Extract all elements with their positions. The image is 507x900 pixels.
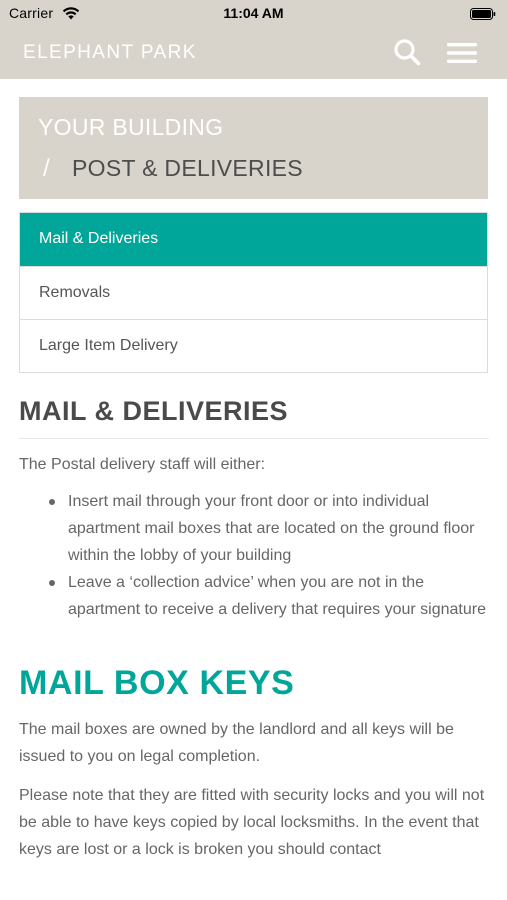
- security-locks-paragraph: Please note that they are fitted with se…: [19, 787, 485, 858]
- hamburger-menu-icon[interactable]: [446, 42, 478, 64]
- mail-box-keys-heading: MAIL BOX KEYS: [19, 664, 295, 702]
- brand-logo[interactable]: ELEPHANT PARK: [23, 42, 197, 64]
- status-bar: Carrier 11:04 AM: [0, 0, 507, 28]
- breadcrumb-separator: /: [43, 155, 50, 182]
- sub-nav: Mail & Deliveries Removals Large Item De…: [19, 212, 488, 373]
- top-area: Carrier 11:04 AM ELEPHANT PARK: [0, 0, 507, 79]
- keys-paragraph: The mail boxes are owned by the landlord…: [19, 721, 454, 765]
- list-item: Insert mail through your front door or i…: [49, 488, 489, 569]
- intro-text: The Postal delivery staff will either:: [19, 456, 266, 473]
- sub-nav-item-large-item-delivery[interactable]: Large Item Delivery: [20, 319, 487, 372]
- sub-nav-item-removals[interactable]: Removals: [20, 266, 487, 319]
- main-content: MAIL & DELIVERIES The Postal delivery st…: [19, 396, 489, 863]
- status-time: 11:04 AM: [223, 5, 284, 21]
- page-title: POST & DELIVERIES: [72, 155, 303, 181]
- mail-deliveries-heading: MAIL & DELIVERIES: [19, 396, 489, 439]
- breadcrumb-parent-link[interactable]: YOUR BUILDING: [38, 114, 223, 141]
- sub-nav-item-mail-deliveries[interactable]: Mail & Deliveries: [20, 213, 487, 266]
- battery-icon: [470, 7, 496, 20]
- list-item: Leave a ‘collection advice’ when you are…: [49, 569, 489, 623]
- breadcrumb: YOUR BUILDING / POST & DELIVERIES: [19, 97, 488, 199]
- search-icon[interactable]: [393, 38, 421, 66]
- nav-bar: ELEPHANT PARK: [0, 28, 507, 79]
- delivery-options-list: Insert mail through your front door or i…: [19, 488, 489, 623]
